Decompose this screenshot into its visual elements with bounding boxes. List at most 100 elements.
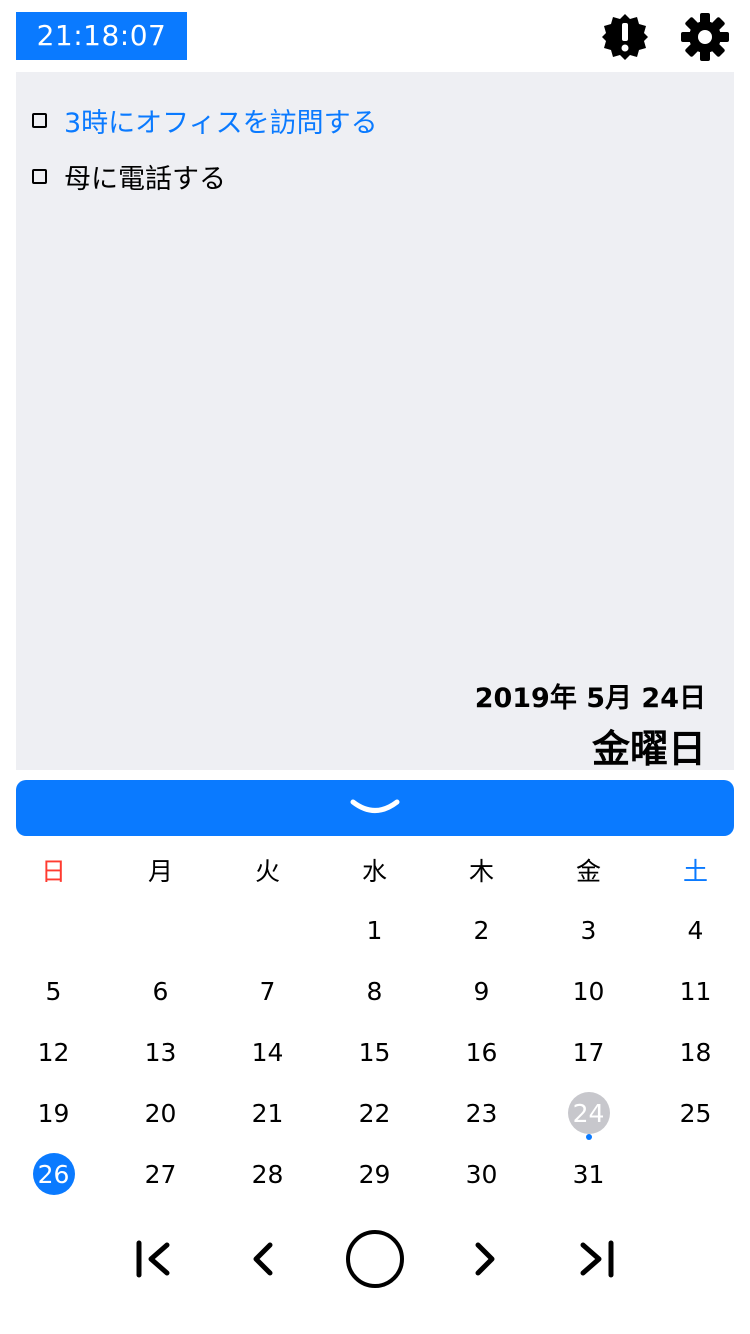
last-page-icon (580, 1240, 614, 1278)
calendar-day-19[interactable]: 19 (0, 1083, 107, 1143)
calendar-day-number: 20 (144, 1098, 177, 1128)
calendar-day-1[interactable]: 1 (321, 900, 428, 960)
weekday-label: 日 (40, 857, 66, 886)
calendar-day-number: 25 (679, 1098, 712, 1128)
calendar-day-number: 16 (465, 1037, 498, 1067)
collapse-calendar-button[interactable] (16, 780, 734, 836)
memo-weekday: 金曜日 (591, 727, 706, 771)
event-dot-icon (585, 1134, 592, 1140)
calendar-day-number: 26 (32, 1153, 75, 1195)
calendar-day-15[interactable]: 15 (321, 1022, 428, 1082)
calendar-day-number: 22 (358, 1098, 391, 1128)
calendar-day-4[interactable]: 4 (642, 900, 749, 960)
weekday-label: 水 (361, 857, 387, 886)
calendar-day-13[interactable]: 13 (107, 1022, 214, 1082)
calendar-day-number: 15 (358, 1037, 391, 1067)
first-page-button[interactable] (120, 1224, 190, 1294)
calendar-day-number: 27 (144, 1159, 177, 1189)
calendar-day-number: 31 (572, 1159, 605, 1189)
calendar-day-10[interactable]: 10 (535, 961, 642, 1021)
weekday-label: 土 (682, 857, 708, 886)
calendar-day-number: 29 (358, 1159, 391, 1189)
today-button[interactable] (340, 1224, 410, 1294)
today-circle-icon (346, 1230, 404, 1288)
calendar-day-number: 4 (687, 915, 704, 945)
calendar-day-number: 18 (679, 1037, 712, 1067)
calendar-day-number: 13 (144, 1037, 177, 1067)
task-item[interactable]: 母に電話する (32, 156, 226, 196)
alert-badge-icon[interactable] (600, 12, 650, 62)
calendar-empty-cell (214, 900, 321, 960)
calendar-day-number: 7 (259, 976, 276, 1006)
calendar-day-12[interactable]: 12 (0, 1022, 107, 1082)
weekday-label: 月 (147, 857, 173, 886)
calendar-day-number: 3 (580, 915, 597, 945)
calendar-day-number: 17 (572, 1037, 605, 1067)
weekday-label: 木 (468, 857, 494, 886)
calendar-day-27[interactable]: 27 (107, 1144, 214, 1204)
previous-button[interactable] (228, 1224, 298, 1294)
calendar-day-number: 30 (465, 1159, 498, 1189)
calendar-day-number: 12 (37, 1037, 70, 1067)
task-label: 母に電話する (64, 163, 226, 195)
gear-icon[interactable] (680, 12, 730, 62)
clock-display: 21:18:07 (16, 12, 187, 60)
calendar-day-number: 14 (251, 1037, 284, 1067)
calendar-empty-cell (642, 1144, 749, 1204)
calendar-day-number: 24 (567, 1092, 610, 1140)
task-label: 3時にオフィスを訪問する (64, 107, 378, 139)
last-page-button[interactable] (560, 1224, 630, 1294)
calendar-day-26[interactable]: 26 (0, 1144, 107, 1204)
calendar-day-8[interactable]: 8 (321, 961, 428, 1021)
calendar-day-14[interactable]: 14 (214, 1022, 321, 1082)
calendar-empty-cell (0, 900, 107, 960)
calendar-week-row: 5 6 7 8 9 10 11 (0, 961, 750, 1021)
calendar-week-row: 12 13 14 15 16 17 18 (0, 1022, 750, 1082)
calendar-day-3[interactable]: 3 (535, 900, 642, 960)
calendar-day-number: 1 (366, 915, 383, 945)
calendar-day-number: 11 (679, 976, 712, 1006)
calendar-day-number: 9 (473, 976, 490, 1006)
calendar-day-number: 6 (152, 976, 169, 1006)
memo-date: 2019年 5月 24日 (474, 683, 706, 714)
previous-icon (253, 1242, 273, 1276)
next-button[interactable] (450, 1224, 520, 1294)
calendar-day-11[interactable]: 11 (642, 961, 749, 1021)
chevron-down-icon (350, 799, 400, 813)
memo-panel[interactable]: 3時にオフィスを訪問する 母に電話する 2019年 5月 24日 金曜日 (16, 72, 734, 771)
calendar-day-number: 21 (251, 1098, 284, 1128)
calendar-day-number: 2 (473, 915, 490, 945)
calendar-day-number: 10 (572, 976, 605, 1006)
calendar-week-row: 1 2 3 4 (0, 900, 750, 960)
calendar-day-17[interactable]: 17 (535, 1022, 642, 1082)
first-page-icon (136, 1240, 170, 1278)
weekday-label: 金 (575, 857, 601, 886)
calendar-day-7[interactable]: 7 (214, 961, 321, 1021)
calendar-day-16[interactable]: 16 (428, 1022, 535, 1082)
calendar-week-row: 26 27 28 29 30 31 (0, 1144, 750, 1204)
navigation-bar (0, 1224, 750, 1294)
calendar-day-20[interactable]: 20 (107, 1083, 214, 1143)
calendar-day-9[interactable]: 9 (428, 961, 535, 1021)
calendar-week-row: 19 20 21 22 23 24 25 (0, 1083, 750, 1143)
calendar-day-23[interactable]: 23 (428, 1083, 535, 1143)
calendar-empty-cell (107, 900, 214, 960)
calendar-day-21[interactable]: 21 (214, 1083, 321, 1143)
weekday-header-row: 日 月 火 水 木 金 土 (0, 840, 750, 900)
calendar-day-28[interactable]: 28 (214, 1144, 321, 1204)
calendar-day-5[interactable]: 5 (0, 961, 107, 1021)
calendar-day-6[interactable]: 6 (107, 961, 214, 1021)
next-icon (475, 1242, 495, 1276)
task-item[interactable]: 3時にオフィスを訪問する (32, 100, 378, 140)
calendar-day-22[interactable]: 22 (321, 1083, 428, 1143)
calendar-day-2[interactable]: 2 (428, 900, 535, 960)
task-checkbox[interactable] (32, 168, 47, 184)
calendar-day-number: 8 (366, 976, 383, 1006)
task-checkbox[interactable] (32, 112, 47, 128)
calendar-day-31[interactable]: 31 (535, 1144, 642, 1204)
calendar-day-30[interactable]: 30 (428, 1144, 535, 1204)
calendar-day-18[interactable]: 18 (642, 1022, 749, 1082)
calendar-day-29[interactable]: 29 (321, 1144, 428, 1204)
calendar-day-24[interactable]: 24 (535, 1083, 642, 1143)
calendar-day-25[interactable]: 25 (642, 1083, 749, 1143)
